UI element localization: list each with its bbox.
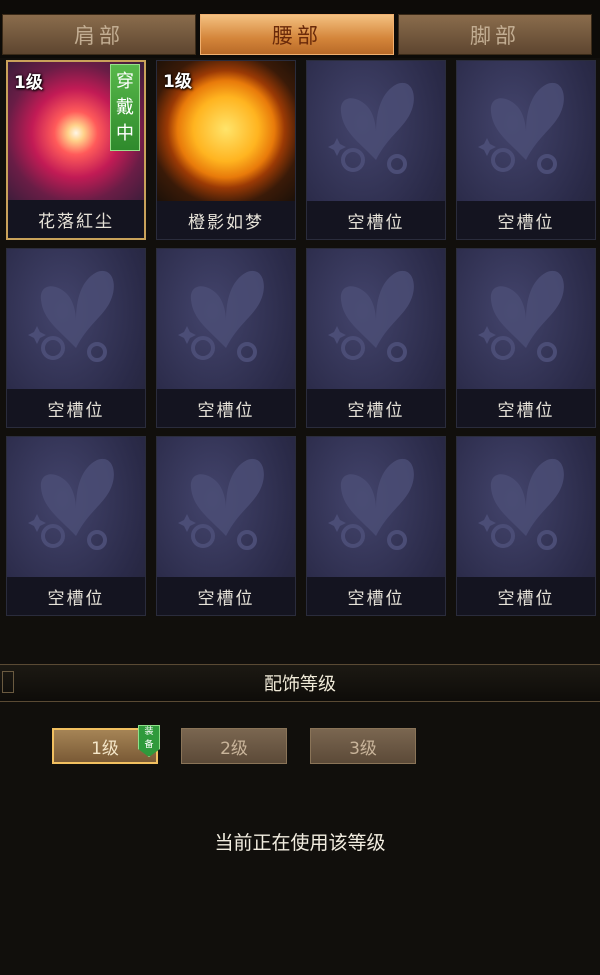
wearing-badge-char: 中	[116, 122, 134, 144]
wearing-badge-char: 戴	[116, 96, 134, 118]
slot-label: 空槽位	[157, 577, 295, 615]
slot-level: 1级	[14, 73, 43, 93]
equipped-tag-char: 备	[144, 740, 154, 750]
slot-label: 花落紅尘	[8, 200, 144, 238]
level-2-button[interactable]: 2级	[181, 728, 287, 764]
accessory-slot-10[interactable]: 空槽位	[156, 436, 296, 616]
butterfly-placeholder-icon	[157, 437, 295, 579]
accessory-slot-3[interactable]: 空槽位	[306, 60, 446, 240]
butterfly-placeholder-icon	[7, 437, 145, 579]
accessory-slot-5[interactable]: 空槽位	[6, 248, 146, 428]
accessory-slot-6[interactable]: 空槽位	[156, 248, 296, 428]
butterfly-placeholder-icon	[457, 61, 595, 203]
level-status-text: 当前正在使用该等级	[214, 832, 386, 854]
butterfly-placeholder-icon	[307, 61, 445, 203]
butterfly-placeholder-icon	[457, 437, 595, 579]
slot-label: 空槽位	[457, 389, 595, 427]
slot-label: 空槽位	[307, 389, 445, 427]
butterfly-placeholder-icon	[307, 437, 445, 579]
wearing-badge: 穿 戴 中	[110, 64, 140, 151]
tab-feet[interactable]: 脚部	[398, 14, 592, 55]
tab-waist[interactable]: 腰部	[200, 14, 394, 55]
slot-level: 1级	[163, 72, 192, 92]
wearing-badge-char: 穿	[116, 70, 134, 92]
accessory-slot-1[interactable]: 1级 穿 戴 中 花落紅尘	[6, 60, 146, 240]
accessory-slot-8[interactable]: 空槽位	[456, 248, 596, 428]
butterfly-placeholder-icon	[7, 249, 145, 391]
accessory-slot-12[interactable]: 空槽位	[456, 436, 596, 616]
tab-shoulder[interactable]: 肩部	[2, 14, 196, 55]
accessory-slot-11[interactable]: 空槽位	[306, 436, 446, 616]
slot-label: 空槽位	[157, 389, 295, 427]
tab-bar: 肩部 腰部 脚部	[0, 0, 600, 58]
equipped-tag-char: 装	[144, 727, 154, 737]
butterfly-placeholder-icon	[307, 249, 445, 391]
slot-label: 空槽位	[7, 389, 145, 427]
slot-label: 空槽位	[307, 201, 445, 239]
level-3-button[interactable]: 3级	[310, 728, 416, 764]
slot-label: 空槽位	[457, 201, 595, 239]
accessory-slot-7[interactable]: 空槽位	[306, 248, 446, 428]
slot-label: 橙影如梦	[157, 201, 295, 239]
accessory-level-header: 配饰等级	[0, 664, 600, 702]
accessory-slot-2[interactable]: 1级 橙影如梦	[156, 60, 296, 240]
butterfly-placeholder-icon	[457, 249, 595, 391]
butterfly-placeholder-icon	[157, 249, 295, 391]
slot-label: 空槽位	[307, 577, 445, 615]
slot-label: 空槽位	[457, 577, 595, 615]
slot-label: 空槽位	[7, 577, 145, 615]
accessory-slot-4[interactable]: 空槽位	[456, 60, 596, 240]
section-title: 配饰等级	[264, 674, 336, 695]
accessory-slot-9[interactable]: 空槽位	[6, 436, 146, 616]
